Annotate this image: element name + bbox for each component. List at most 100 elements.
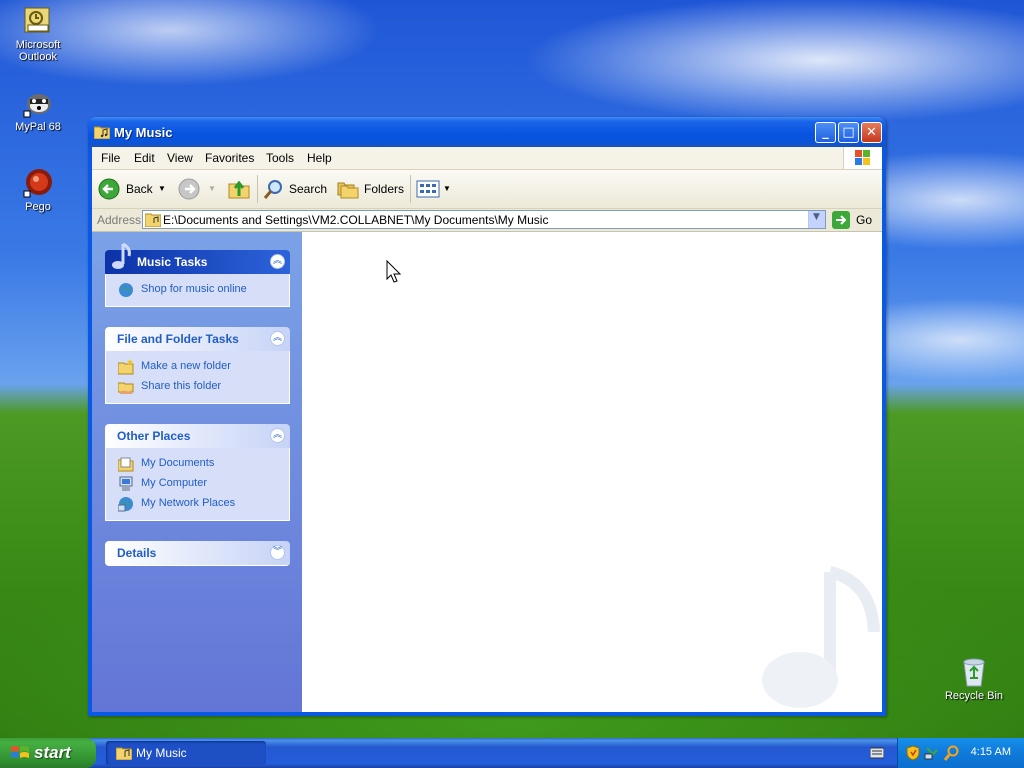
collapse-icon[interactable]: ︽ (270, 331, 285, 346)
folders-label: Folders (364, 182, 405, 196)
network-icon[interactable] (924, 745, 940, 761)
panel-header-file-folder-tasks[interactable]: File and Folder Tasks ︽ (105, 327, 290, 351)
place-my-computer[interactable]: My Computer (106, 474, 289, 494)
collapse-icon[interactable]: ︽ (270, 254, 285, 269)
panel-title: Details (117, 546, 157, 560)
place-my-documents[interactable]: My Documents (106, 454, 289, 474)
menu-favorites[interactable]: Favorites (205, 151, 254, 165)
folder-content-area[interactable] (302, 232, 882, 712)
minimize-button[interactable]: _ (815, 122, 836, 143)
desktop-icon-recycle-bin[interactable]: Recycle Bin (936, 656, 1012, 702)
folder-music-icon (145, 213, 161, 227)
music-note-watermark-icon (762, 566, 880, 708)
panel-header-details[interactable]: Details ︾ (105, 541, 290, 566)
menu-tools[interactable]: Tools (266, 151, 294, 165)
task-label: Shop for music online (141, 283, 247, 295)
place-label: My Documents (141, 457, 215, 469)
standard-toolbar: Back ▼ ▼ Search Folders ▼ (92, 170, 882, 209)
task-pane: Music Tasks ︽ Shop for music online File… (92, 232, 302, 712)
address-input[interactable]: E:\Documents and Settings\VM2.COLLABNET\… (142, 210, 826, 229)
minimize-icon: _ (822, 125, 829, 140)
system-tray: 4:15 AM (897, 738, 1024, 768)
close-button[interactable]: ✕ (861, 122, 882, 143)
panel-header-music-tasks[interactable]: Music Tasks ︽ (105, 242, 290, 274)
desktop-icon-label: Microsoft Outlook (15, 39, 61, 63)
panel-header-other-places[interactable]: Other Places ︽ (105, 424, 290, 448)
go-button[interactable]: Go (832, 211, 876, 229)
toolbar-separator (257, 175, 258, 203)
views-button[interactable]: ▼ (416, 178, 451, 200)
task-label: Share this folder (141, 380, 222, 392)
search-button[interactable]: Search (263, 178, 329, 200)
forward-arrow-icon (178, 178, 200, 200)
maximize-button[interactable]: □ (838, 122, 859, 143)
task-shop-music-online[interactable]: Shop for music online (106, 280, 289, 300)
address-value: E:\Documents and Settings\VM2.COLLABNET\… (163, 213, 549, 227)
menu-view[interactable]: View (167, 151, 193, 165)
panel-file-folder-tasks: File and Folder Tasks ︽ Make a new folde… (105, 327, 290, 404)
panel-title: Other Places (117, 429, 191, 443)
taskbar-item-label: My Music (136, 746, 187, 760)
desktop-icon-mypal[interactable]: MyPal 68 (0, 87, 76, 133)
globe-icon (119, 283, 133, 297)
place-label: My Network Places (141, 497, 236, 509)
maximize-icon: □ (842, 125, 855, 140)
window-client-area: File Edit View Favorites Tools Help Back… (92, 147, 882, 712)
panel-body: My Documents My Computer My Network Plac… (105, 448, 290, 521)
desktop-icon-label: MyPal 68 (15, 121, 61, 133)
folders-button[interactable]: Folders (337, 178, 405, 200)
desktop-icon-label: Recycle Bin (944, 690, 1004, 702)
menu-help[interactable]: Help (307, 151, 332, 165)
close-icon: ✕ (866, 125, 877, 140)
panel-title: Music Tasks (137, 255, 208, 269)
chevron-down-icon[interactable]: ▼ (158, 178, 166, 200)
search-icon (263, 180, 282, 199)
keyboard-icon[interactable] (870, 747, 884, 759)
panel-music-tasks: Music Tasks ︽ Shop for music online (105, 242, 290, 307)
panel-other-places: Other Places ︽ My Documents My Computer (105, 424, 290, 521)
start-button[interactable]: start (0, 738, 96, 768)
desktop-icon-pego[interactable]: Pego (0, 167, 76, 213)
go-arrow-icon (832, 211, 850, 229)
expand-icon[interactable]: ︾ (270, 545, 285, 560)
windows-flag-icon (11, 746, 29, 758)
desktop-icon-outlook[interactable]: Microsoft Outlook (0, 5, 76, 63)
raccoon-icon (22, 87, 54, 119)
folders-icon (337, 182, 359, 199)
task-make-new-folder[interactable]: Make a new folder (106, 357, 289, 377)
taskbar-item-my-music[interactable]: My Music (106, 741, 266, 765)
folder-music-icon (93, 125, 111, 140)
security-shield-icon[interactable] (906, 745, 920, 761)
back-arrow-icon (98, 178, 120, 200)
magnifier-icon[interactable] (944, 745, 960, 761)
mouse-cursor-icon (386, 260, 402, 283)
task-share-folder[interactable]: Share this folder (106, 377, 289, 397)
clock: 4:15 AM (970, 746, 1011, 758)
window-titlebar[interactable]: My Music _ □ ✕ (88, 117, 886, 147)
go-label: Go (856, 213, 873, 227)
menu-file[interactable]: File (101, 151, 120, 165)
search-label: Search (289, 182, 328, 196)
desktop: Microsoft Outlook MyPal 68 Pego Recycle … (0, 0, 1024, 738)
back-button[interactable]: Back ▼ (98, 178, 166, 200)
up-folder-icon (228, 180, 250, 199)
menu-edit[interactable]: Edit (134, 151, 155, 165)
up-folder-button[interactable] (228, 178, 250, 200)
my-computer-icon (119, 476, 133, 491)
desktop-icon-label: Pego (25, 201, 51, 213)
address-dropdown-button[interactable]: ▼ (808, 211, 825, 228)
views-icon (416, 180, 440, 198)
menu-bar: File Edit View Favorites Tools Help (92, 147, 882, 170)
pego-icon (22, 167, 54, 199)
back-label: Back (126, 182, 153, 196)
forward-button[interactable]: ▼ (178, 178, 216, 200)
taskbar: start My Music 4:15 AM (0, 738, 1024, 768)
new-folder-icon (118, 359, 134, 375)
folder-music-icon (116, 747, 132, 760)
task-label: Make a new folder (141, 360, 231, 372)
collapse-icon[interactable]: ︽ (270, 428, 285, 443)
windows-logo-icon (843, 147, 882, 169)
chevron-down-icon: ▼ (443, 184, 451, 193)
chevron-down-icon[interactable]: ▼ (208, 178, 216, 200)
place-my-network-places[interactable]: My Network Places (106, 494, 289, 514)
